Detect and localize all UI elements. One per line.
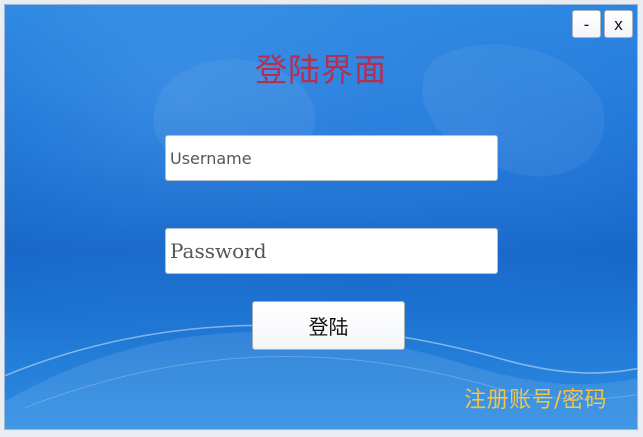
close-button[interactable]: x — [604, 10, 633, 38]
username-input[interactable] — [165, 135, 498, 181]
register-account-link[interactable]: 注册账号/密码 — [464, 382, 607, 414]
page-title: 登陆界面 — [254, 51, 387, 89]
minimize-button[interactable]: - — [572, 10, 601, 38]
login-window: - x 登陆界面 登陆 注册账号/密码 — [4, 4, 638, 430]
window-controls: - x — [572, 10, 633, 38]
login-button[interactable]: 登陆 — [252, 301, 405, 350]
password-input[interactable] — [165, 228, 498, 274]
